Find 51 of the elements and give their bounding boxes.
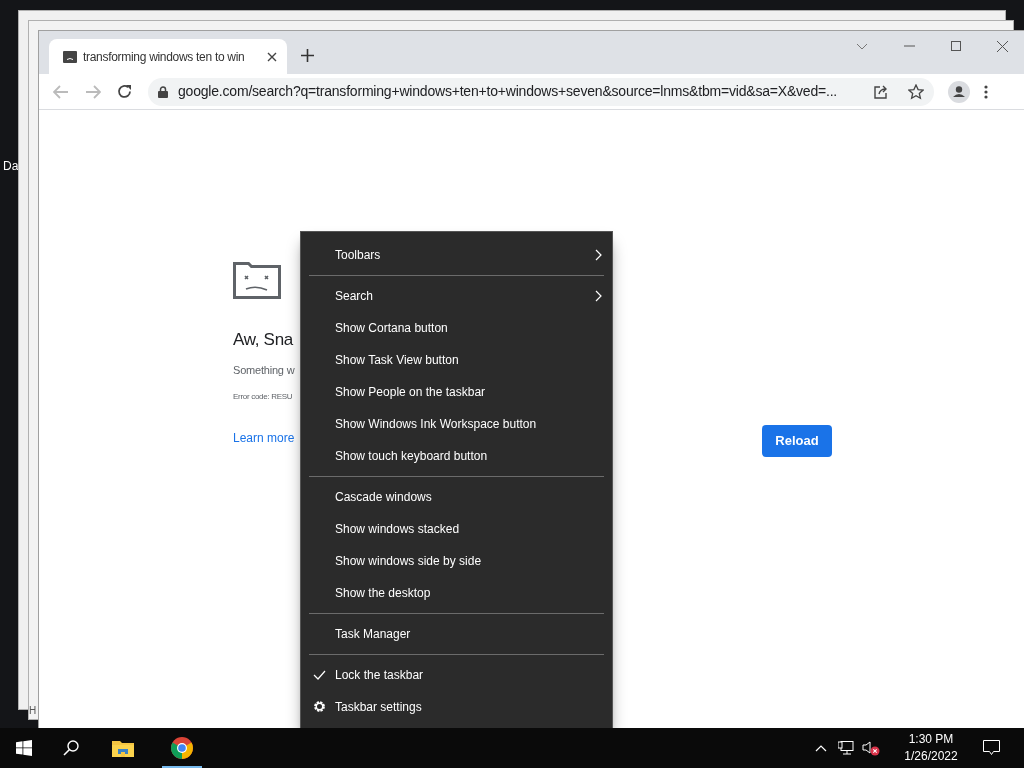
- lock-icon: [158, 85, 168, 98]
- menu-item[interactable]: Cascade windows: [301, 481, 612, 513]
- profile-icon[interactable]: [948, 80, 970, 103]
- menu-item[interactable]: Show Windows Ink Workspace button: [301, 408, 612, 440]
- search-icon[interactable]: [63, 740, 79, 756]
- menu-item[interactable]: Lock the taskbar: [301, 659, 612, 691]
- sad-folder-icon: [63, 50, 77, 63]
- error-code: Error code: RESU: [233, 390, 293, 403]
- clock-time[interactable]: 1:30 PM: [908, 731, 954, 748]
- learn-more-link[interactable]: Learn more: [233, 428, 295, 447]
- share-icon[interactable]: [874, 84, 888, 99]
- folder-icon[interactable]: [112, 739, 134, 757]
- menu-item[interactable]: Show windows stacked: [301, 513, 612, 545]
- browser-logo-icon[interactable]: [171, 737, 193, 759]
- menu-item[interactable]: Task Manager: [301, 618, 612, 650]
- chevron-up-icon[interactable]: [815, 744, 827, 752]
- error-message: Something w: [233, 363, 295, 378]
- menu-item[interactable]: Taskbar settings: [301, 691, 612, 723]
- start-icon[interactable]: [16, 740, 32, 756]
- notification-icon[interactable]: [983, 740, 1000, 756]
- network-icon[interactable]: [838, 741, 854, 755]
- desktop-icon-label[interactable]: Da: [3, 157, 19, 175]
- error-heading: Aw, Sna: [233, 329, 293, 351]
- new-tab-icon[interactable]: [301, 49, 314, 62]
- menu-icon[interactable]: [984, 84, 988, 99]
- settings-icon: [313, 700, 326, 713]
- tab-title: transforming windows ten to win: [83, 48, 246, 66]
- menu-item[interactable]: Show windows side by side: [301, 545, 612, 577]
- chevron-down-icon[interactable]: [856, 42, 868, 50]
- chevron-right-icon: [595, 249, 602, 261]
- browser-tab[interactable]: transforming windows ten to win: [49, 39, 287, 74]
- menu-item[interactable]: Show Cortana button: [301, 312, 612, 344]
- reload-icon[interactable]: [117, 84, 132, 99]
- menu-item[interactable]: Show touch keyboard button: [301, 440, 612, 472]
- menu-item[interactable]: Show the desktop: [301, 577, 612, 609]
- sad-folder-icon: [233, 259, 281, 299]
- menu-item[interactable]: Toolbars: [301, 239, 612, 271]
- chevron-right-icon: [595, 290, 602, 302]
- menu-item[interactable]: Search: [301, 280, 612, 312]
- menu-item[interactable]: Show People on the taskbar: [301, 376, 612, 408]
- maximize-icon[interactable]: [951, 41, 961, 51]
- status-text: H: [29, 705, 37, 717]
- close-icon[interactable]: [267, 51, 277, 62]
- muted-speaker-icon[interactable]: [862, 740, 880, 756]
- close-icon[interactable]: [997, 40, 1008, 52]
- clock-date[interactable]: 1/26/2022: [904, 748, 958, 765]
- star-icon[interactable]: [908, 83, 924, 100]
- menu-item[interactable]: Show Task View button: [301, 344, 612, 376]
- reload-button[interactable]: Reload: [762, 425, 832, 457]
- address-bar[interactable]: google.com/search?q=transforming+windows+ten+to+windows+seven&source=lnms&tbm=vid&sa=X&ved=...: [148, 77, 934, 106]
- address-text: google.com/search?q=transforming+windows+ten+to+windows+seven&source=lnms&tbm=vid&sa=X&ved=...: [178, 82, 839, 101]
